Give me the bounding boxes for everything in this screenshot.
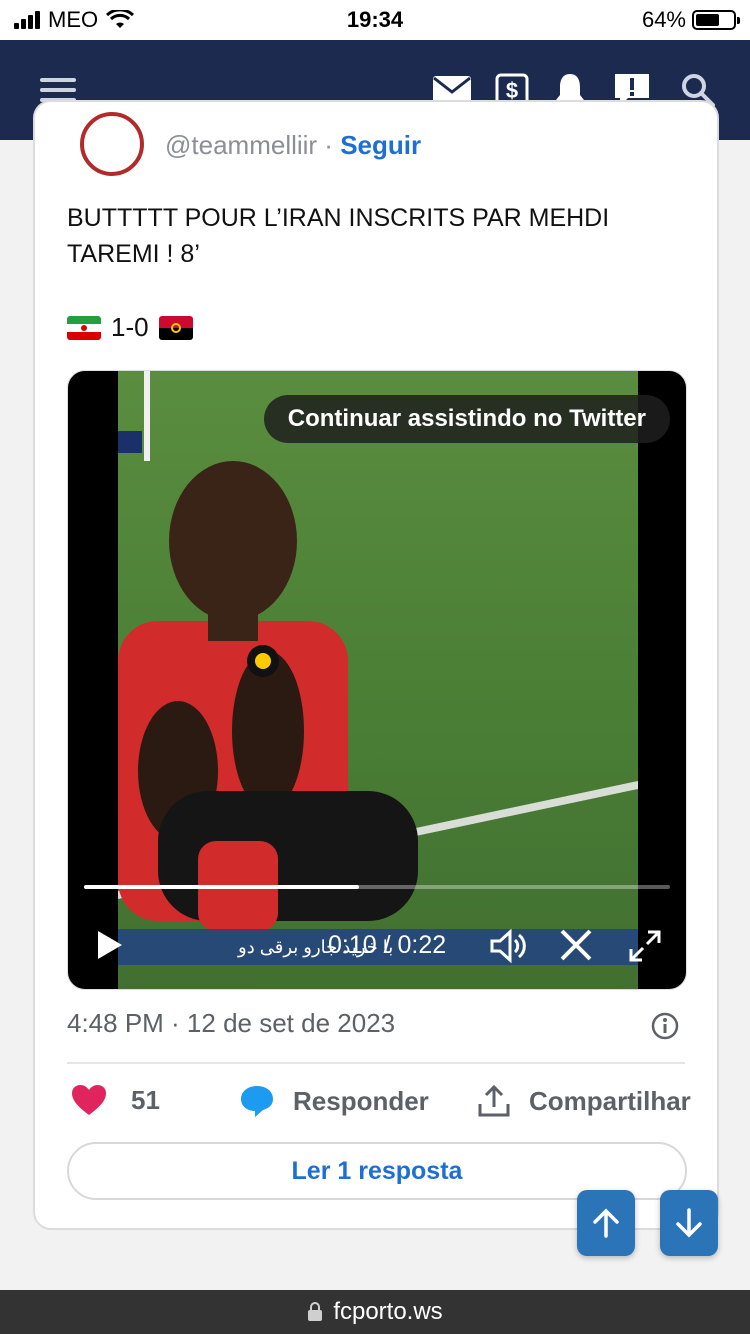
reply-button[interactable]: Responder xyxy=(239,1084,429,1118)
iran-flag-icon xyxy=(67,315,101,340)
embedded-tweet-card: @teammelliir · Seguir BUTTTTT POUR L’IRA… xyxy=(33,100,719,1230)
share-button[interactable]: Compartilhar xyxy=(477,1084,691,1118)
status-bar: MEO 19:34 64% xyxy=(0,0,750,40)
angola-flag-icon xyxy=(158,315,193,340)
like-button[interactable]: 51 xyxy=(71,1084,160,1116)
like-count: 51 xyxy=(131,1084,160,1115)
battery-icon xyxy=(692,10,740,30)
play-icon[interactable] xyxy=(96,929,124,961)
heart-icon xyxy=(72,1085,106,1115)
author-handle[interactable]: @teammelliir xyxy=(165,130,317,160)
continue-on-twitter-button[interactable]: Continuar assistindo no Twitter xyxy=(263,395,670,443)
tweet-actions: 51 Responder Compartilhar xyxy=(67,1084,691,1124)
battery-percent: 64% xyxy=(641,7,686,32)
share-icon xyxy=(478,1084,510,1117)
follow-button[interactable]: Seguir xyxy=(340,130,421,160)
avatar[interactable] xyxy=(80,112,144,176)
tweet-score-line: 1-0 xyxy=(67,312,193,343)
x-logo-icon[interactable] xyxy=(560,929,594,961)
arrow-up-icon xyxy=(593,1208,619,1238)
lock-icon xyxy=(308,1302,323,1321)
tweet-date[interactable]: 4:48 PM · 12 de set de 2023 xyxy=(67,1008,395,1039)
url-domain: fcporto.ws xyxy=(333,1298,443,1325)
video-time: 0:10 / 0:22 xyxy=(328,931,447,959)
divider xyxy=(67,1062,685,1064)
handle-separator: · xyxy=(317,130,341,160)
arrow-down-icon xyxy=(676,1208,702,1238)
tweet-text: BUTTTTT POUR L’IRAN INSCRITS PAR MEHDI T… xyxy=(67,204,610,268)
clock: 19:34 xyxy=(346,7,404,32)
fullscreen-icon[interactable] xyxy=(628,929,662,963)
share-label: Compartilhar xyxy=(529,1085,691,1116)
video-player[interactable]: با خرید جارو برقی دو Continuar assistind… xyxy=(67,370,687,990)
tweet-author: @teammelliir · Seguir xyxy=(165,130,421,161)
info-icon[interactable] xyxy=(651,1012,679,1040)
scroll-down-button[interactable] xyxy=(660,1190,718,1256)
speech-bubble-icon xyxy=(241,1086,273,1117)
video-progress-fill xyxy=(84,885,360,889)
video-frame xyxy=(118,371,638,989)
reply-label: Responder xyxy=(293,1085,429,1116)
score-text: 1-0 xyxy=(111,312,149,342)
video-progress-bar[interactable] xyxy=(84,885,670,889)
volume-icon[interactable] xyxy=(490,929,528,963)
browser-url-bar[interactable]: fcporto.ws xyxy=(0,1290,750,1334)
scroll-up-button[interactable] xyxy=(577,1190,635,1256)
